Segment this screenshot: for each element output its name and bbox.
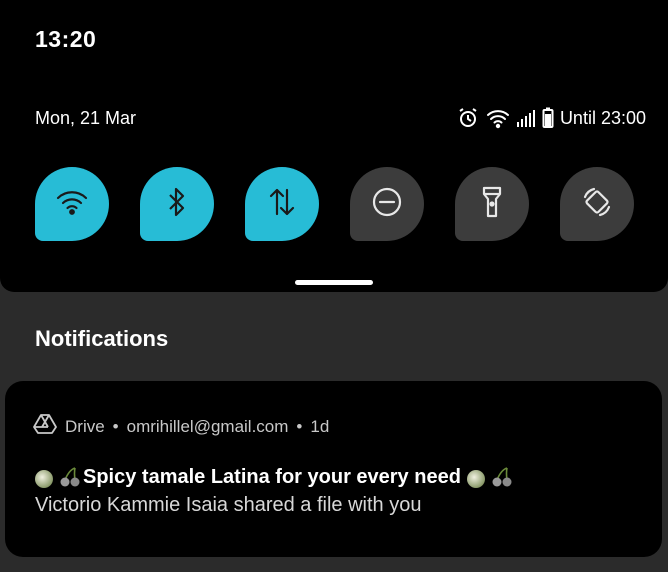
notifications-heading: Notifications — [35, 326, 169, 351]
tile-do-not-disturb[interactable] — [350, 167, 424, 241]
notification-header: Drive • omrihillel@gmail.com • 1d — [33, 413, 329, 440]
notification-title-text: Spicy tamale Latina for your every need — [83, 465, 461, 488]
tile-bluetooth[interactable] — [140, 167, 214, 241]
separator-dot: • — [112, 416, 119, 436]
flashlight-icon — [481, 185, 503, 224]
battery-icon — [542, 107, 554, 129]
notification-account: omrihillel@gmail.com — [126, 416, 289, 436]
rotate-icon — [581, 186, 613, 223]
notification-title: Spicy tamale Latina for your every need — [35, 463, 515, 491]
notification-app-name: Drive — [65, 416, 105, 436]
separator-dot: • — [296, 416, 303, 436]
clock: 13:20 — [35, 26, 97, 52]
notification-card[interactable]: Drive • omrihillel@gmail.com • 1d Spicy … — [5, 381, 662, 557]
data-transfer-icon — [268, 186, 296, 223]
panel-drag-handle[interactable] — [295, 280, 373, 285]
tile-auto-rotate[interactable] — [560, 167, 634, 241]
drive-icon — [33, 413, 57, 440]
cherries-emoji-icon — [59, 466, 81, 494]
tile-wifi[interactable] — [35, 167, 109, 241]
tile-mobile-data[interactable] — [245, 167, 319, 241]
melon-emoji-icon — [35, 470, 53, 488]
tile-flashlight[interactable] — [455, 167, 529, 241]
battery-until-text: Until 23:00 — [559, 107, 646, 128]
quick-settings-panel: 13:20 Mon, 21 Mar Until 23:00 — [0, 0, 668, 292]
date: Mon, 21 Mar — [35, 108, 137, 128]
cherries-emoji-icon — [491, 466, 513, 494]
quick-tiles-row — [35, 167, 634, 241]
signal-icon — [516, 108, 536, 128]
notification-body: Victorio Kammie Isaia shared a file with… — [35, 494, 422, 516]
status-bar-right: Until 23:00 — [456, 106, 646, 130]
melon-emoji-icon — [466, 470, 485, 488]
wifi-icon — [55, 187, 89, 222]
wifi-icon — [486, 107, 510, 129]
notification-age: 1d — [310, 416, 330, 436]
dnd-icon — [371, 186, 403, 223]
bluetooth-icon — [167, 186, 187, 223]
alarm-icon — [456, 106, 480, 130]
